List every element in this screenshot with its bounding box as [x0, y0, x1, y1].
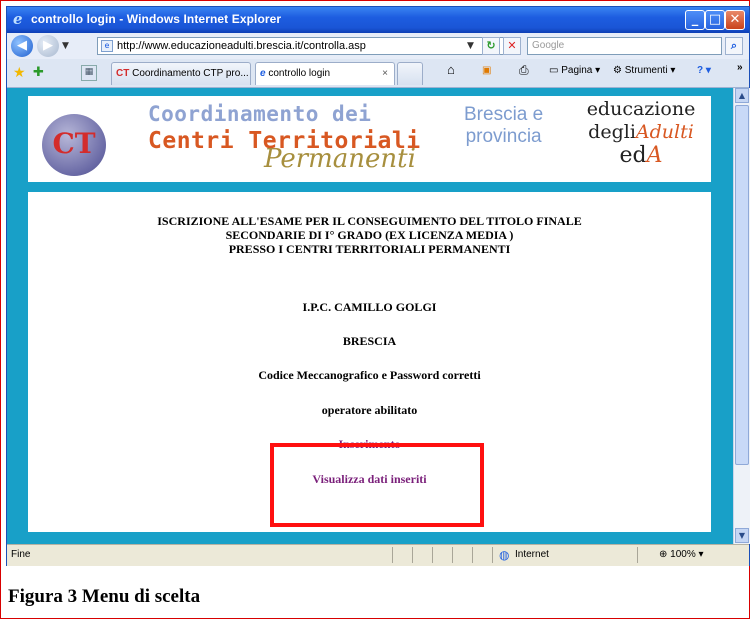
search-input[interactable]: Google [527, 37, 722, 55]
banner-place: Brescia e provincia [464, 104, 543, 148]
quick-tabs-icon[interactable]: ▦ [81, 65, 97, 81]
heading-line3: PRESSO I CENTRI TERRITORIALI PERMANENTI [228, 242, 511, 256]
url-text: http://www.educazioneadulti.brescia.it/c… [117, 40, 366, 52]
vertical-scrollbar[interactable]: ▲ ▼ [733, 88, 750, 544]
tab-label: Coordinamento CTP pro... [132, 68, 249, 79]
figure-caption: Figura 3 Menu di scelta [8, 586, 201, 607]
eda-line2-pre: degli [588, 121, 636, 143]
tab-label: controllo login [268, 68, 331, 79]
url-dropdown-icon[interactable]: ▼ [467, 41, 474, 51]
favorites-star-icon[interactable]: ★ [13, 65, 26, 81]
eda-line1: educazione [586, 98, 696, 120]
print-icon[interactable]: ⎙ [519, 63, 529, 78]
scroll-thumb[interactable] [735, 105, 749, 465]
tab-close-icon[interactable]: × [382, 68, 388, 79]
eda-line3-acc: A [646, 143, 663, 168]
add-favorites-icon[interactable]: ✚ [33, 65, 44, 80]
auth-status: Codice Meccanografico e Password corrett… [258, 368, 481, 382]
tools-menu-label: Strumenti [624, 65, 668, 76]
site-banner: CT Coordinamento dei Centri Territoriali… [28, 96, 711, 182]
zoom-control[interactable]: ⊕ 100% ▾ [659, 549, 704, 560]
minimize-button[interactable]: _ [685, 10, 705, 30]
ct-logo: CT [42, 114, 106, 176]
address-bar: ◀ ▶ ▼ e http://www.educazioneadulti.bres… [7, 33, 749, 60]
city-name: BRESCIA [342, 334, 397, 348]
home-icon[interactable]: ⌂ [447, 62, 455, 77]
eda-line2: degliAdulti [576, 121, 706, 144]
page-menu-label: Pagina [561, 65, 593, 76]
eda-logo: educazione degliAdulti edA [576, 98, 706, 167]
banner-place2: provincia [465, 126, 542, 147]
eda-line2-acc: Adulti [635, 121, 694, 143]
banner-line3: Permanenti [264, 144, 416, 174]
back-button[interactable]: ◀ [11, 35, 33, 57]
refresh-button[interactable]: ↻ [482, 37, 500, 55]
new-tab-button[interactable] [397, 62, 423, 85]
ie-logo-icon: e [13, 10, 23, 28]
banner-line1: Coordinamento dei [148, 102, 372, 126]
history-dropdown-icon[interactable]: ▼ [62, 41, 69, 51]
search-icon[interactable]: ⌕ [725, 37, 743, 55]
url-input[interactable]: e http://www.educazioneadulti.brescia.it… [97, 37, 507, 55]
forward-button[interactable]: ▶ [37, 35, 59, 57]
title-bar[interactable]: e controllo login - Windows Internet Exp… [7, 7, 749, 33]
ie-favicon: e [260, 68, 266, 79]
banner-place1: Brescia e [464, 104, 544, 125]
ctp-favicon: CT [116, 68, 130, 79]
tab-bar: ★ ✚ ▦ CT Coordinamento CTP pro... e cont… [7, 59, 749, 88]
zone-label: Internet [515, 549, 549, 560]
status-bar: Fine ◍ Internet ⊕ 100% ▾ [7, 544, 749, 566]
status-text: Fine [11, 549, 31, 560]
school-name: I.P.C. CAMILLO GOLGI [302, 300, 437, 314]
feeds-icon[interactable]: ▣ [482, 65, 491, 76]
help-icon[interactable]: ? ▾ [697, 65, 711, 76]
page-menu[interactable]: ▭ Pagina ▾ [549, 65, 600, 76]
highlight-box [270, 443, 484, 527]
role-label: operatore abilitato [321, 403, 418, 417]
heading-line1: ISCRIZIONE ALL'ESAME PER IL CONSEGUIMENT… [157, 214, 582, 228]
heading-line2: SECONDARIE DI I° GRADO (EX LICENZA MEDIA… [225, 228, 514, 242]
close-button[interactable]: ✕ [725, 10, 745, 30]
stop-button[interactable]: ✕ [503, 37, 521, 55]
tab-coordinamento[interactable]: CT Coordinamento CTP pro... [111, 62, 251, 85]
scroll-up-icon[interactable]: ▲ [735, 88, 749, 103]
tools-menu[interactable]: ⚙ Strumenti ▾ [613, 65, 675, 76]
toolbar-overflow-icon[interactable]: » [737, 62, 743, 73]
eda-line3: edA [576, 144, 706, 167]
internet-zone-icon: ◍ [499, 548, 510, 562]
tab-controllo-login[interactable]: e controllo login × [255, 62, 395, 85]
zoom-value: 100% [670, 549, 696, 560]
maximize-button[interactable]: □ [705, 10, 725, 30]
page-icon: e [101, 40, 113, 52]
window-title: controllo login - Windows Internet Explo… [31, 12, 282, 26]
eda-line3-pre: ed [619, 143, 647, 168]
scroll-down-icon[interactable]: ▼ [735, 528, 749, 543]
